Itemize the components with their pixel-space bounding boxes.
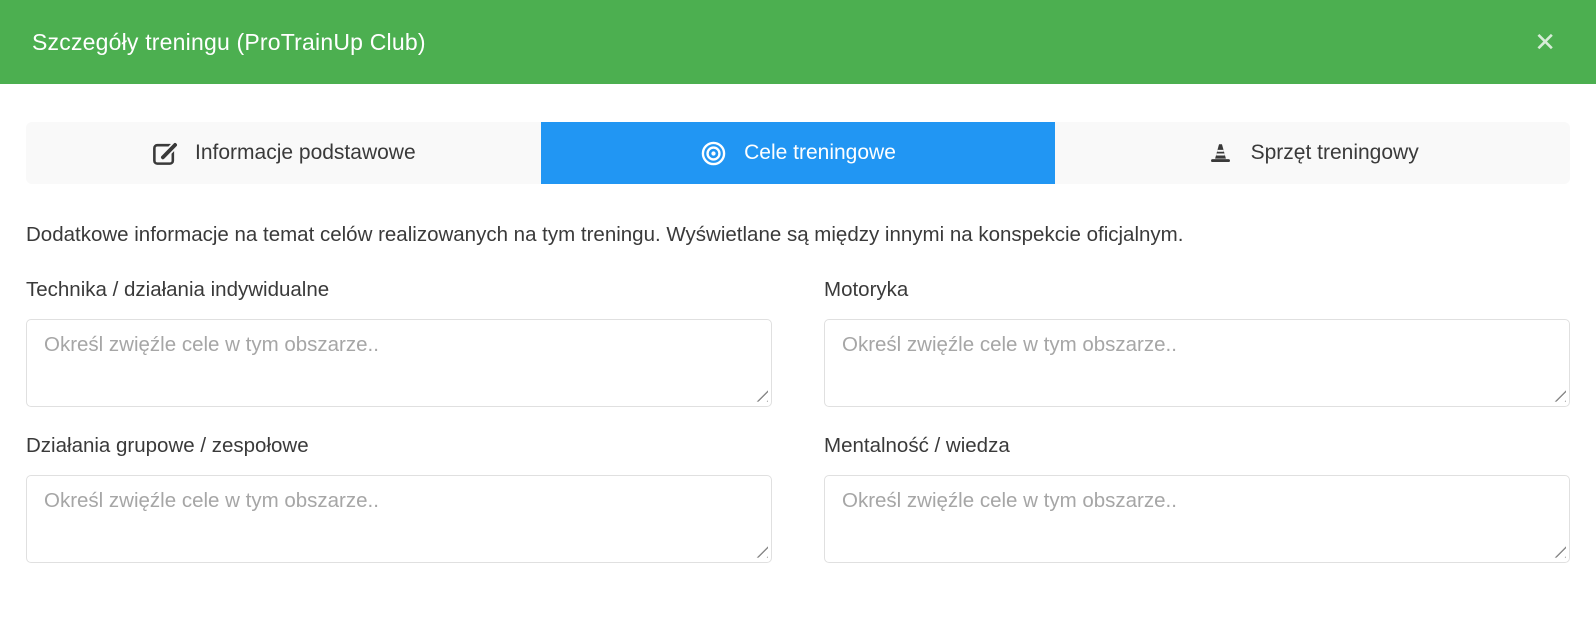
textarea-wrap (26, 475, 772, 563)
tab-sprzet-treningowy[interactable]: Sprzęt treningowy (1055, 122, 1570, 184)
textarea-wrap (824, 319, 1570, 407)
tab-label: Cele treningowe (744, 141, 896, 165)
field-mentalnosc: Mentalność / wiedza (824, 407, 1570, 563)
field-label-technika: Technika / działania indywidualne (26, 278, 772, 302)
textarea-wrap (26, 319, 772, 407)
tab-informacje-podstawowe[interactable]: Informacje podstawowe (26, 122, 541, 184)
motoryka-goals-input[interactable] (824, 319, 1570, 407)
training-details-modal: Szczegóły treningu (ProTrainUp Club) ✕ I… (0, 0, 1596, 640)
tabbar: Informacje podstawowe Cele treningowe (26, 122, 1570, 184)
dzialania-grupowe-goals-input[interactable] (26, 475, 772, 563)
tab-label: Sprzęt treningowy (1251, 141, 1419, 165)
target-icon (700, 140, 727, 167)
field-dzialania-grupowe: Działania grupowe / zespołowe (26, 407, 772, 563)
tab-label: Informacje podstawowe (195, 141, 416, 165)
close-icon[interactable]: ✕ (1524, 23, 1566, 61)
technika-goals-input[interactable] (26, 319, 772, 407)
field-label-dzialania-grupowe: Działania grupowe / zespołowe (26, 434, 772, 458)
modal-header: Szczegóły treningu (ProTrainUp Club) ✕ (0, 0, 1596, 84)
textarea-wrap (824, 475, 1570, 563)
modal-title: Szczegóły treningu (ProTrainUp Club) (32, 29, 426, 56)
goals-description-text: Dodatkowe informacje na temat celów real… (26, 221, 1570, 249)
edit-square-icon (151, 140, 178, 167)
cone-icon (1207, 140, 1234, 167)
field-label-mentalnosc: Mentalność / wiedza (824, 434, 1570, 458)
field-technika: Technika / działania indywidualne (26, 251, 772, 407)
tab-cele-treningowe[interactable]: Cele treningowe (541, 122, 1056, 184)
field-label-motoryka: Motoryka (824, 278, 1570, 302)
modal-body: Informacje podstawowe Cele treningowe (0, 84, 1596, 563)
goal-fields-grid: Technika / działania indywidualne Motory… (26, 251, 1570, 563)
mentalnosc-goals-input[interactable] (824, 475, 1570, 563)
field-motoryka: Motoryka (824, 251, 1570, 407)
